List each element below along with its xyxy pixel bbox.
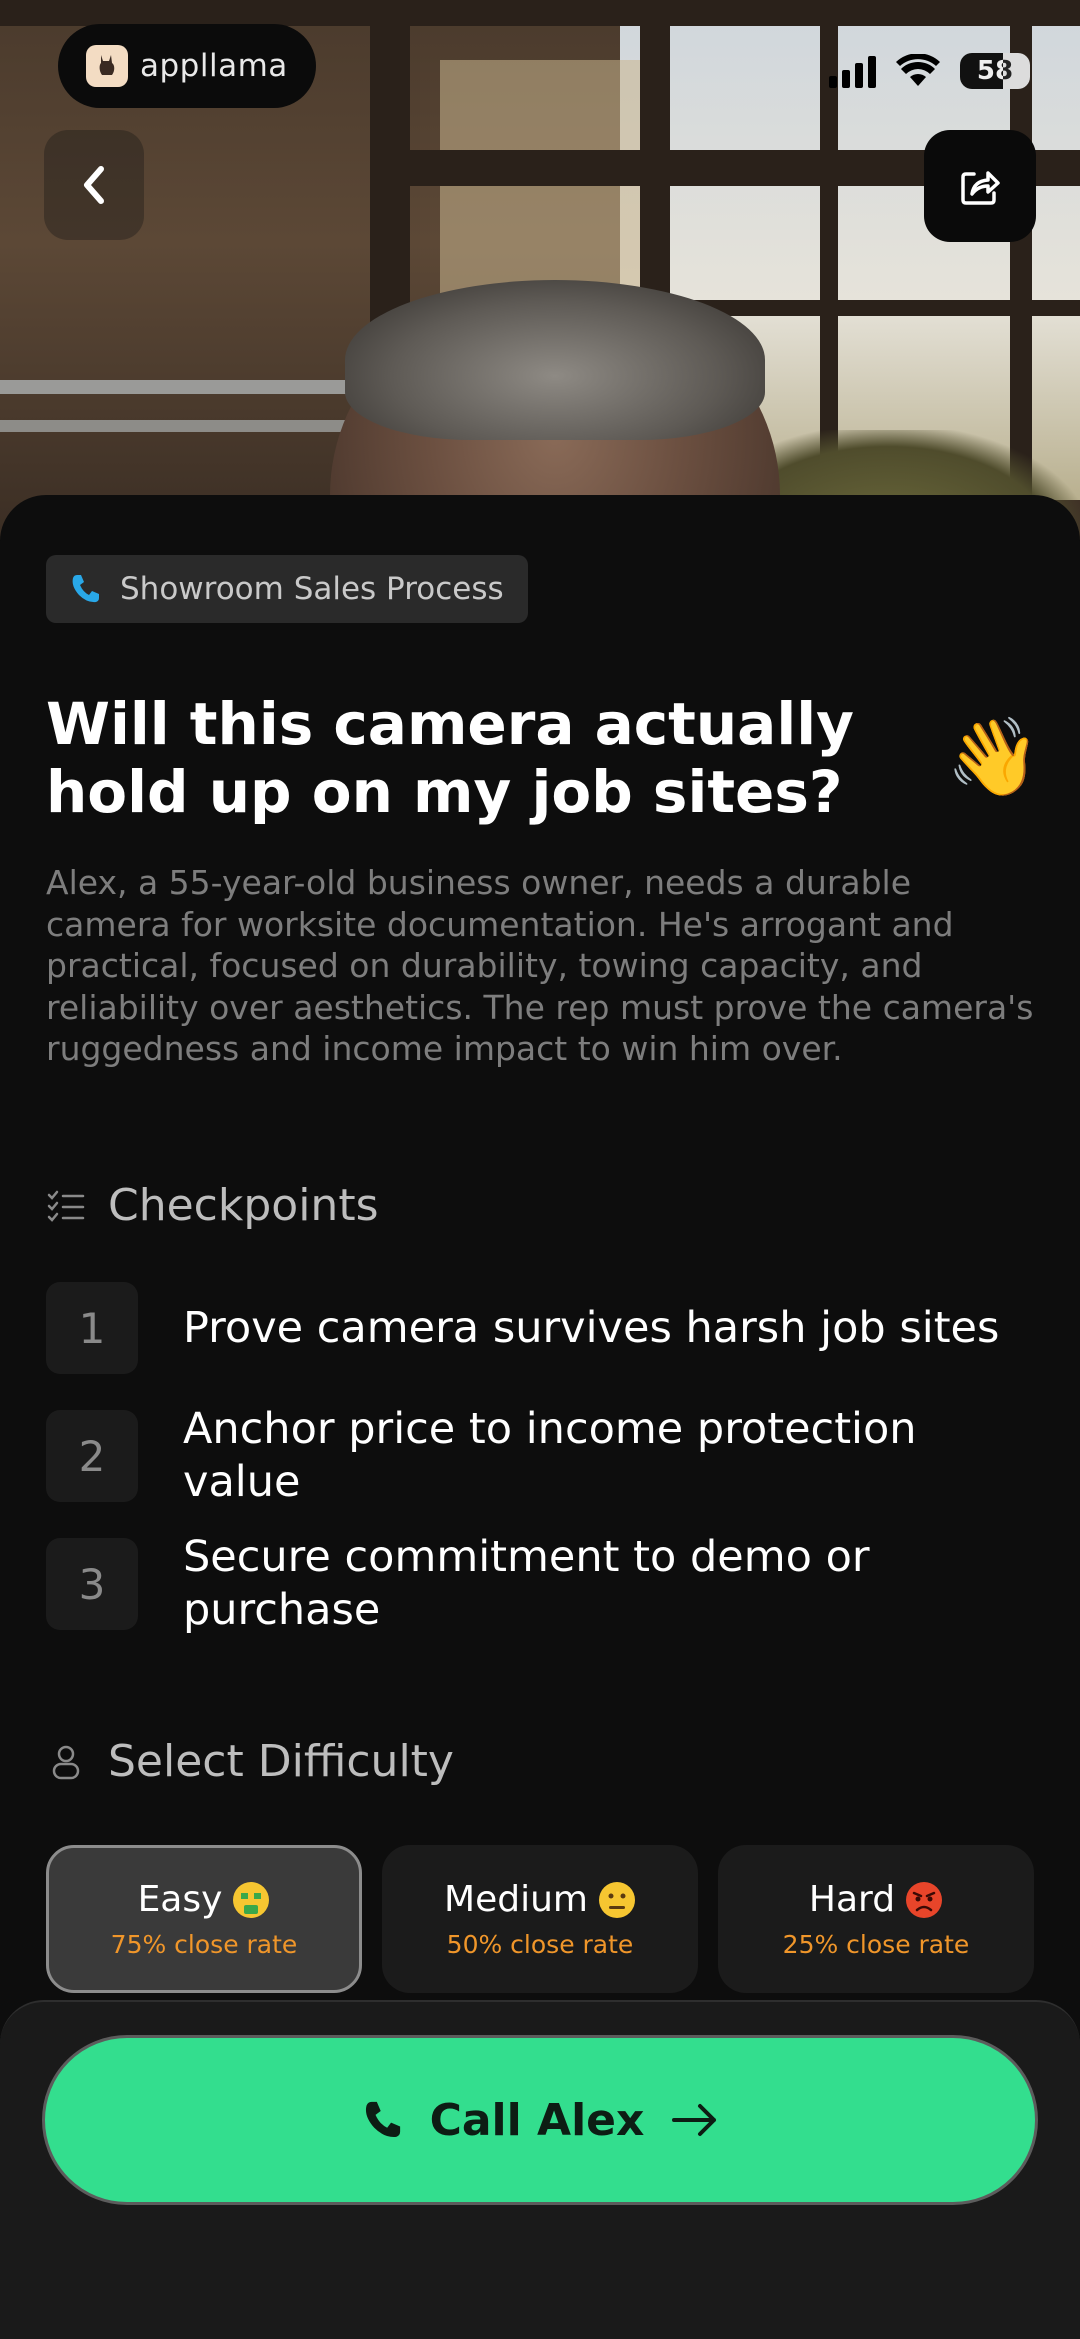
difficulty-rate: 50% close rate — [446, 1930, 634, 1959]
difficulty-option-medium[interactable]: Medium 50% close rate — [382, 1845, 698, 1993]
phone-icon — [365, 2101, 400, 2137]
difficulty-title: Select Difficulty — [108, 1736, 454, 1787]
chevron-left-icon — [84, 166, 104, 204]
checkpoint-number: 2 — [46, 1410, 138, 1502]
hero-person-hair — [345, 280, 765, 440]
checklist-icon — [47, 1190, 85, 1222]
difficulty-option-easy[interactable]: Easy 75% close rate — [46, 1845, 362, 1993]
checkpoint-number: 1 — [46, 1282, 138, 1374]
difficulty-name: Easy — [137, 1879, 223, 1920]
hero-beam — [0, 0, 1080, 26]
checkpoint-text: Anchor price to income protection value — [183, 1404, 917, 1507]
arrow-right-icon — [672, 2104, 717, 2136]
wifi-icon — [896, 54, 940, 86]
hero-rail — [0, 420, 380, 432]
status-bar: 58 — [829, 46, 1030, 96]
difficulty-heading: Select Difficulty — [46, 1736, 454, 1787]
scenario-tag: Showroom Sales Process — [46, 555, 528, 623]
checkpoints-heading: Checkpoints — [46, 1180, 379, 1231]
checkpoint-number: 3 — [46, 1538, 138, 1630]
person-icon — [52, 1745, 80, 1779]
phone-icon — [72, 575, 99, 603]
neutral-face-icon — [598, 1881, 635, 1918]
difficulty-rate: 75% close rate — [110, 1930, 298, 1959]
checkpoint-text: Prove camera survives harsh job sites — [183, 1302, 1000, 1353]
checkpoint-item: 1 Prove camera survives harsh job sites — [46, 1282, 1036, 1374]
checkpoints-title: Checkpoints — [108, 1180, 379, 1231]
battery-indicator: 58 — [960, 53, 1030, 89]
hero-rail — [0, 380, 380, 394]
share-button[interactable] — [924, 130, 1036, 242]
money-mouth-face-icon — [233, 1881, 270, 1918]
difficulty-option-hard[interactable]: Hard 25% close rate — [718, 1845, 1034, 1993]
checkpoint-text: Secure commitment to demo or purchase — [183, 1532, 870, 1635]
call-button[interactable]: Call Alex — [42, 2035, 1038, 2205]
cellular-signal-icon — [829, 54, 876, 88]
back-button[interactable] — [44, 130, 144, 240]
brand-name: appllama — [140, 48, 288, 84]
scenario-title: Will this camera actually hold up on my … — [46, 690, 854, 826]
brand-pill: appllama — [58, 24, 316, 108]
checkpoint-item: 2 Anchor price to income protection valu… — [46, 1403, 1036, 1509]
checkpoint-item: 3 Secure commitment to demo or purchase — [46, 1531, 1036, 1637]
llama-logo-icon — [86, 45, 128, 87]
scenario-tag-label: Showroom Sales Process — [120, 571, 504, 607]
angry-face-icon — [906, 1881, 943, 1918]
share-icon — [961, 171, 1000, 205]
call-button-label: Call Alex — [429, 2094, 645, 2146]
battery-level: 58 — [976, 56, 1014, 86]
difficulty-rate: 25% close rate — [782, 1930, 970, 1959]
difficulty-name: Hard — [808, 1879, 896, 1920]
difficulty-name: Medium — [444, 1879, 588, 1920]
scenario-description: Alex, a 55-year-old business owner, need… — [46, 863, 1034, 1068]
waving-hand-icon: 👋 — [946, 712, 1041, 801]
